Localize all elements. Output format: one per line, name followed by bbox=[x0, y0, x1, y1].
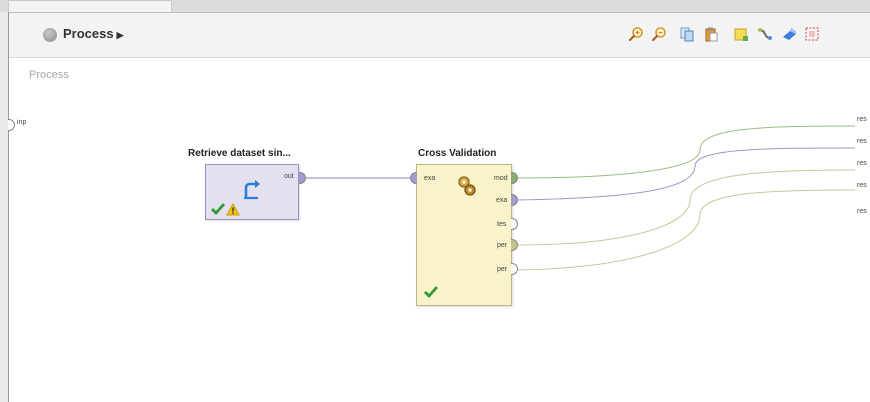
result-port-label-2[interactable]: res bbox=[857, 138, 867, 145]
cv-out-tes-label: tes bbox=[497, 221, 507, 228]
cv-in-exa-port[interactable] bbox=[410, 172, 417, 184]
copy-icon[interactable] bbox=[679, 26, 695, 42]
auto-wire-icon[interactable] bbox=[757, 26, 773, 42]
check-icon bbox=[211, 203, 226, 216]
zoom-out-icon[interactable] bbox=[651, 26, 667, 42]
warning-icon bbox=[226, 203, 240, 216]
process-icon bbox=[43, 28, 57, 42]
result-port-label-1[interactable]: res bbox=[857, 116, 867, 123]
cross-validation-operator[interactable]: exa mod exa tes per per bbox=[416, 164, 512, 306]
retrieve-icon bbox=[244, 180, 260, 200]
process-toolbar: Process ▶ bbox=[9, 13, 870, 58]
cv-out-exa-label: exa bbox=[496, 197, 508, 204]
retrieve-operator-title: Retrieve dataset sin... bbox=[188, 148, 291, 159]
cv-out-mod-label: mod bbox=[494, 175, 508, 182]
tab-strip bbox=[0, 0, 870, 13]
result-port-label-3[interactable]: res bbox=[857, 160, 867, 167]
cross-validation-title: Cross Validation bbox=[418, 148, 497, 159]
cv-in-exa-label: exa bbox=[424, 175, 436, 182]
subprocess-gears-icon bbox=[458, 176, 476, 196]
zoom-in-icon[interactable] bbox=[628, 26, 644, 42]
breadcrumb-arrow-icon[interactable]: ▶ bbox=[117, 30, 124, 40]
retrieve-out-label: out bbox=[284, 173, 294, 180]
breadcrumb[interactable]: Process ▶ bbox=[63, 26, 124, 41]
breadcrumb-process[interactable]: Process bbox=[63, 26, 114, 41]
retrieve-operator[interactable]: out bbox=[205, 164, 299, 220]
cv-out-per2-label: per bbox=[497, 266, 508, 273]
fit-view-icon[interactable] bbox=[804, 26, 820, 42]
canvas-process-label: Process bbox=[29, 69, 69, 81]
add-note-icon[interactable] bbox=[733, 26, 749, 42]
check-icon bbox=[424, 286, 439, 299]
cv-out-per1-label: per bbox=[497, 242, 508, 249]
layout-icon[interactable] bbox=[781, 26, 797, 42]
result-port-label-4[interactable]: res bbox=[857, 182, 867, 189]
paste-icon[interactable] bbox=[703, 26, 719, 42]
process-input-label: inp bbox=[17, 119, 27, 126]
result-port-label-5[interactable]: res bbox=[857, 208, 867, 215]
